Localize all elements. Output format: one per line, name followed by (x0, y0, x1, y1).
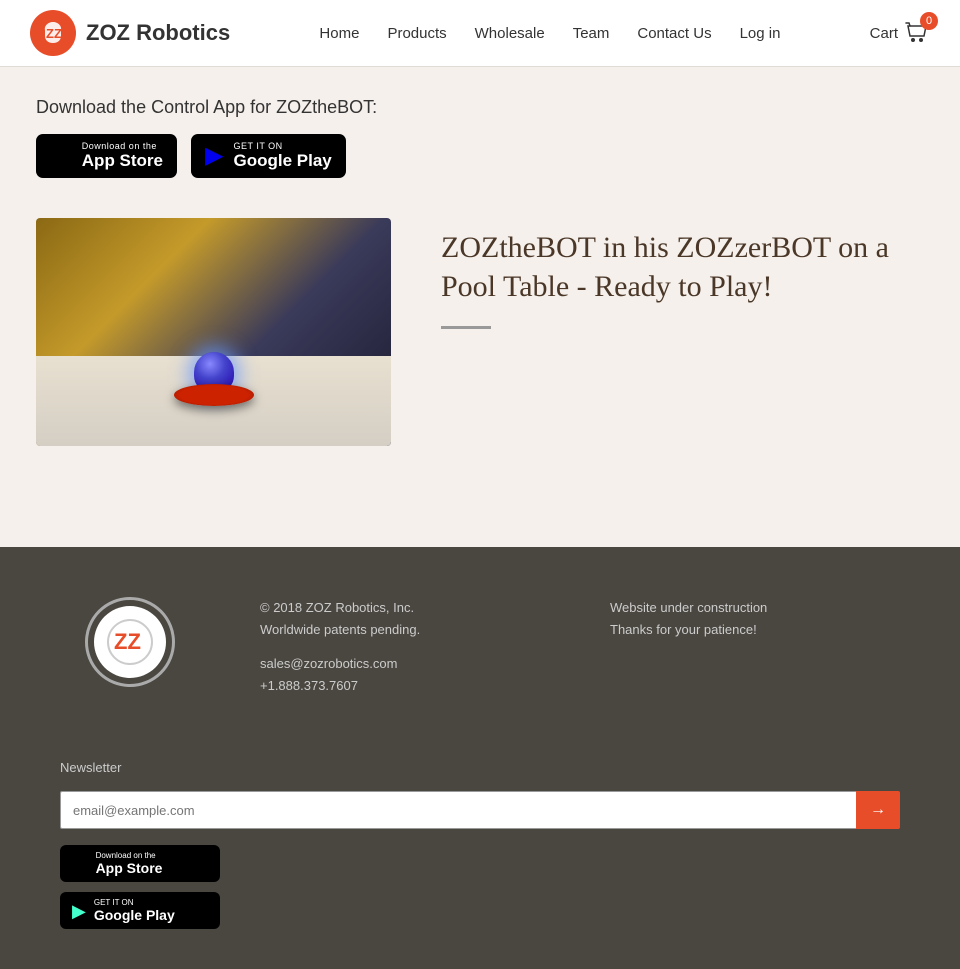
cart-label: Cart (870, 25, 898, 42)
footer-copyright-col: © 2018 ZOZ Robotics, Inc. Worldwide pate… (260, 597, 550, 697)
newsletter-submit-arrow: → (870, 801, 886, 818)
robot-illustration (174, 346, 254, 406)
footer: ZZ © 2018 ZOZ Robotics, Inc. Worldwide p… (0, 547, 960, 969)
logo-icon: ZZ (30, 10, 76, 56)
robot-base (174, 384, 254, 406)
main-nav: Home Products Wholesale Team Contact Us … (319, 25, 780, 42)
newsletter-submit-button[interactable]: → (856, 791, 900, 829)
google-play-icon: ▶ (205, 144, 223, 168)
nav-login[interactable]: Log in (740, 25, 781, 42)
footer-inner: ZZ © 2018 ZOZ Robotics, Inc. Worldwide p… (60, 597, 900, 929)
footer-logo-circle: ZZ (85, 597, 175, 687)
app-store-text: Download on the App Store (82, 141, 163, 171)
nav-home[interactable]: Home (319, 25, 359, 42)
footer-logo-col: ZZ (60, 597, 200, 687)
footer-app-store-badge[interactable]:  Download on the App Store (60, 845, 220, 882)
footer-copyright: © 2018 ZOZ Robotics, Inc. (260, 597, 550, 619)
hero-image (36, 218, 391, 446)
hero-text: ZOZtheBOT in his ZOZzerBOT on a Pool Tab… (441, 218, 924, 329)
logo-area[interactable]: ZZ ZOZ Robotics (30, 10, 230, 56)
footer-phone: +1.888.373.7607 (260, 675, 550, 697)
download-label: Download the Control App for ZOZtheBOT: (36, 97, 924, 118)
nav-contact[interactable]: Contact Us (637, 25, 711, 42)
cart-button[interactable]: Cart 0 (870, 20, 930, 46)
svg-text:ZZ: ZZ (46, 26, 62, 41)
svg-text:ZZ: ZZ (114, 629, 141, 654)
app-store-badge[interactable]:  Download on the App Store (36, 134, 177, 178)
footer-apple-icon:  (72, 852, 88, 875)
site-title: ZOZ Robotics (86, 20, 230, 46)
main-content: Download the Control App for ZOZtheBOT: … (0, 67, 960, 547)
footer-app-store-text: Download on the App Store (96, 851, 163, 876)
footer-google-play-icon: ▶ (72, 902, 86, 920)
google-play-text: GET IT ON Google Play (233, 141, 331, 171)
footer-logo-inner: ZZ (94, 606, 166, 678)
footer-patents: Worldwide patents pending. (260, 619, 550, 641)
footer-store-badges:  Download on the App Store ▶ GET IT ON … (60, 845, 900, 929)
footer-status-col: Website under construction Thanks for yo… (610, 597, 900, 641)
store-badges:  Download on the App Store ▶ GET IT ON … (36, 134, 924, 178)
cart-icon-wrap: 0 (904, 20, 930, 46)
newsletter-form: → (60, 791, 900, 829)
nav-products[interactable]: Products (387, 25, 446, 42)
hero-title: ZOZtheBOT in his ZOZzerBOT on a Pool Tab… (441, 228, 924, 306)
nav-team[interactable]: Team (573, 25, 610, 42)
apple-icon:  (50, 142, 72, 170)
newsletter-title: Newsletter (60, 757, 900, 779)
footer-google-play-text: GET IT ON Google Play (94, 898, 175, 923)
google-play-badge[interactable]: ▶ GET IT ON Google Play (191, 134, 346, 178)
footer-thanks: Thanks for your patience! (610, 619, 900, 641)
hero-section: ZOZtheBOT in his ZOZzerBOT on a Pool Tab… (36, 218, 924, 446)
footer-logo-icon: ZZ (105, 617, 155, 667)
cart-count: 0 (920, 12, 938, 30)
hero-divider (441, 326, 491, 329)
footer-website-status: Website under construction (610, 597, 900, 619)
footer-newsletter-col: Newsletter →  Download on the App Store (60, 757, 900, 929)
newsletter-email-input[interactable] (60, 791, 856, 829)
footer-google-play-badge[interactable]: ▶ GET IT ON Google Play (60, 892, 220, 929)
nav-wholesale[interactable]: Wholesale (475, 25, 545, 42)
footer-email[interactable]: sales@zozrobotics.com (260, 656, 397, 671)
